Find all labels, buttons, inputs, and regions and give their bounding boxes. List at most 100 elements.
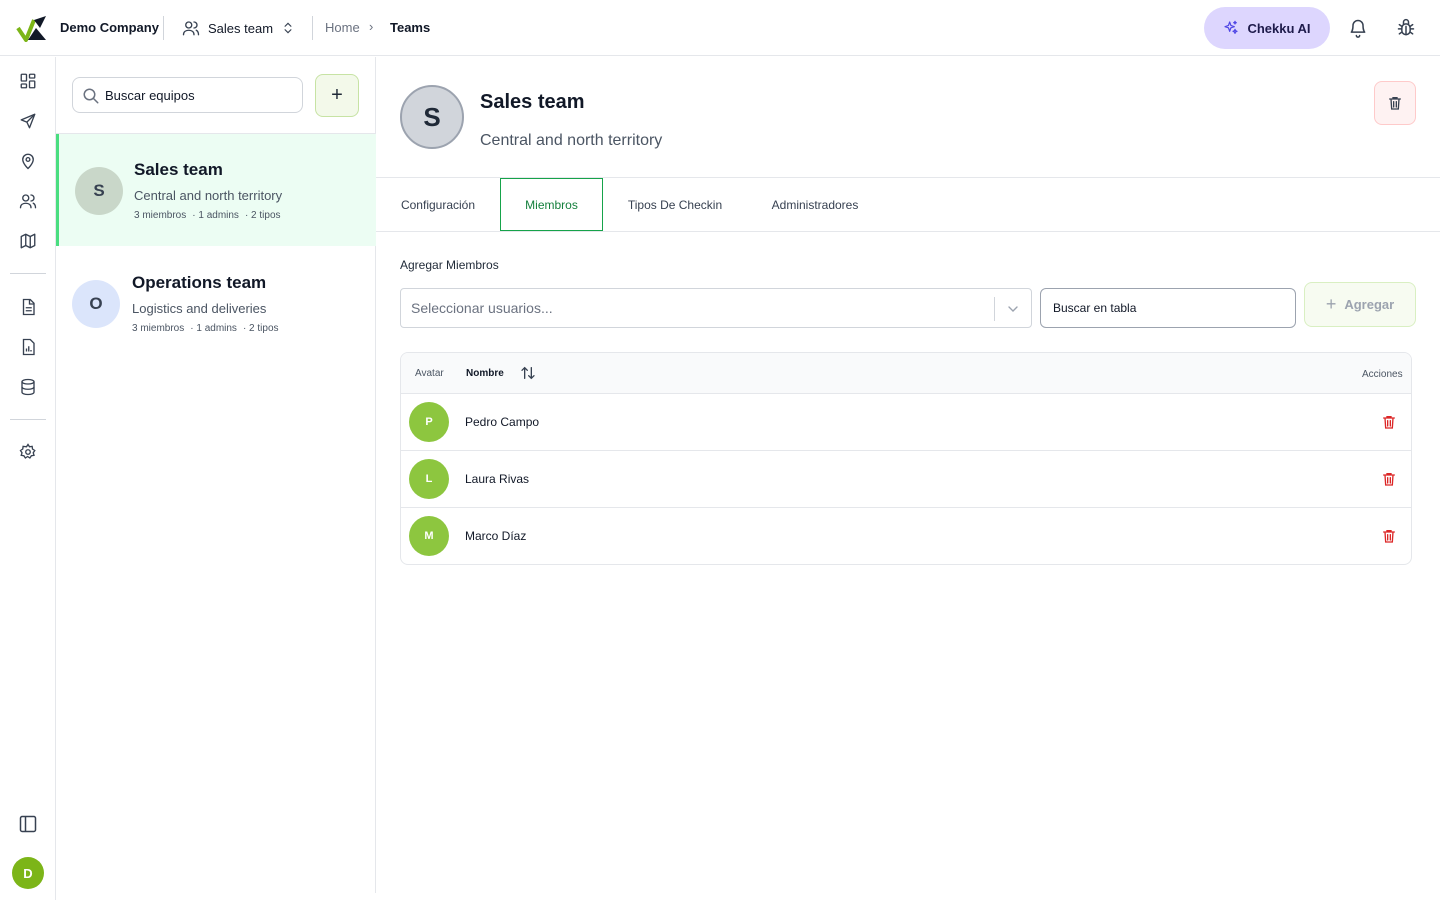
team-admins-count: · 1 admins bbox=[190, 323, 237, 334]
sort-icon[interactable] bbox=[520, 365, 536, 381]
team-name: Operations team bbox=[132, 273, 267, 292]
send-icon bbox=[20, 113, 36, 129]
team-meta: 3 miembros · 1 admins · 2 tipos bbox=[132, 323, 279, 334]
member-name: Pedro Campo bbox=[465, 415, 540, 429]
bug-icon bbox=[1397, 18, 1415, 36]
add-member-button[interactable]: + Agregar bbox=[1304, 282, 1416, 327]
member-name: Marco Díaz bbox=[465, 529, 527, 543]
team-switcher[interactable]: Sales team bbox=[182, 16, 295, 40]
nav-dashboard[interactable] bbox=[17, 70, 39, 92]
team-card[interactable]: O Operations team Logistics and deliveri… bbox=[56, 247, 376, 359]
database-icon bbox=[21, 378, 35, 396]
bell-icon bbox=[1350, 19, 1366, 38]
team-name: Sales team bbox=[134, 160, 223, 179]
team-description: Logistics and deliveries bbox=[132, 301, 267, 316]
team-detail-description: Central and north territory bbox=[480, 132, 663, 149]
users-select[interactable]: Seleccionar usuarios... bbox=[400, 288, 1032, 328]
remove-member-button[interactable] bbox=[1380, 470, 1398, 488]
team-types-count: · 2 tipos bbox=[244, 210, 281, 221]
team-meta: 3 miembros · 1 admins · 2 tipos bbox=[134, 210, 281, 221]
team-search[interactable] bbox=[72, 77, 303, 113]
nav-map[interactable] bbox=[17, 230, 39, 252]
notifications-button[interactable] bbox=[1346, 16, 1370, 40]
team-admins-count: · 1 admins bbox=[192, 210, 239, 221]
nav-divider bbox=[10, 419, 46, 420]
nav-reports[interactable] bbox=[17, 336, 39, 358]
member-avatar: M bbox=[409, 516, 449, 556]
company-name[interactable]: Demo Company bbox=[60, 20, 159, 35]
team-card[interactable]: S Sales team Central and north territory… bbox=[56, 134, 376, 246]
team-members-count: 3 miembros bbox=[134, 210, 187, 221]
breadcrumb-home[interactable]: Home bbox=[325, 20, 360, 35]
column-avatar: Avatar bbox=[415, 368, 444, 379]
add-team-button[interactable]: + bbox=[315, 74, 359, 117]
member-name: Laura Rivas bbox=[465, 472, 530, 486]
trash-icon bbox=[1383, 473, 1395, 486]
team-avatar: S bbox=[75, 167, 123, 215]
report-icon bbox=[22, 338, 35, 356]
team-description: Central and north territory bbox=[134, 188, 283, 203]
sidebar-toggle[interactable] bbox=[17, 813, 39, 835]
document-icon bbox=[22, 298, 35, 316]
plus-icon: + bbox=[1325, 294, 1337, 314]
nav-settings[interactable] bbox=[17, 441, 39, 463]
member-avatar: L bbox=[409, 459, 449, 499]
add-member-label: Agregar bbox=[1344, 297, 1395, 312]
top-bar: Demo Company Sales team Home › Teams Che… bbox=[0, 0, 1440, 56]
nav-divider bbox=[10, 273, 46, 274]
users-icon bbox=[182, 21, 200, 36]
tabs-divider bbox=[376, 231, 1440, 232]
trash-icon bbox=[1383, 530, 1395, 543]
nav-documents[interactable] bbox=[17, 296, 39, 318]
table-row: M Marco Díaz bbox=[401, 508, 1411, 564]
select-divider bbox=[994, 297, 995, 321]
bug-report-button[interactable] bbox=[1394, 16, 1418, 40]
breadcrumb-separator: › bbox=[369, 19, 374, 34]
team-members-count: 3 miembros bbox=[132, 323, 185, 334]
user-avatar[interactable]: D bbox=[12, 857, 44, 889]
table-header: Avatar Nombre Acciones bbox=[401, 353, 1411, 394]
add-members-label: Agregar Miembros bbox=[400, 258, 499, 272]
nav-database[interactable] bbox=[17, 376, 39, 398]
column-nombre[interactable]: Nombre bbox=[466, 368, 504, 379]
table-row: P Pedro Campo bbox=[401, 394, 1411, 451]
team-detail: S Sales team Central and north territory… bbox=[376, 57, 1440, 900]
nav-send[interactable] bbox=[17, 110, 39, 132]
table-row: L Laura Rivas bbox=[401, 451, 1411, 508]
tab-miembros[interactable]: Miembros bbox=[500, 178, 603, 231]
trash-icon bbox=[1383, 416, 1395, 429]
remove-member-button[interactable] bbox=[1380, 413, 1398, 431]
chevron-updown-icon bbox=[284, 22, 292, 34]
topbar-divider bbox=[163, 16, 164, 40]
map-pin-icon bbox=[22, 153, 34, 170]
team-avatar: O bbox=[72, 280, 120, 328]
remove-member-button[interactable] bbox=[1380, 527, 1398, 545]
nav-teams[interactable] bbox=[17, 190, 39, 212]
tab-configuracion[interactable]: Configuración bbox=[388, 178, 488, 231]
members-table: Avatar Nombre Acciones P Pedro Campo L L… bbox=[400, 352, 1412, 565]
users-select-placeholder: Seleccionar usuarios... bbox=[411, 300, 553, 316]
topbar-divider bbox=[312, 16, 313, 40]
users-icon bbox=[19, 194, 37, 209]
delete-team-button[interactable] bbox=[1374, 81, 1416, 125]
sparkles-icon bbox=[1224, 20, 1239, 34]
tab-administradores[interactable]: Administradores bbox=[760, 178, 870, 231]
chekku-logo[interactable] bbox=[16, 14, 48, 42]
dashboard-icon bbox=[20, 73, 36, 89]
chekku-ai-label: Chekku AI bbox=[1247, 20, 1311, 36]
trash-icon bbox=[1389, 97, 1401, 110]
member-avatar: P bbox=[409, 402, 449, 442]
nav-rail: D bbox=[0, 57, 56, 900]
team-search-input[interactable] bbox=[105, 87, 285, 103]
team-detail-avatar: S bbox=[400, 85, 464, 149]
table-search-input[interactable] bbox=[1040, 288, 1296, 328]
team-switcher-label: Sales team bbox=[208, 20, 274, 36]
team-types-count: · 2 tipos bbox=[242, 323, 279, 334]
tab-tipos-checkin[interactable]: Tipos De Checkin bbox=[616, 178, 734, 231]
breadcrumb-current: Teams bbox=[390, 20, 431, 35]
nav-locations[interactable] bbox=[17, 150, 39, 172]
chekku-ai-button[interactable]: Chekku AI bbox=[1204, 7, 1330, 49]
teams-list-panel: + S Sales team Central and north territo… bbox=[56, 57, 376, 893]
column-acciones: Acciones bbox=[1362, 369, 1403, 380]
team-detail-title: Sales team bbox=[480, 91, 585, 113]
